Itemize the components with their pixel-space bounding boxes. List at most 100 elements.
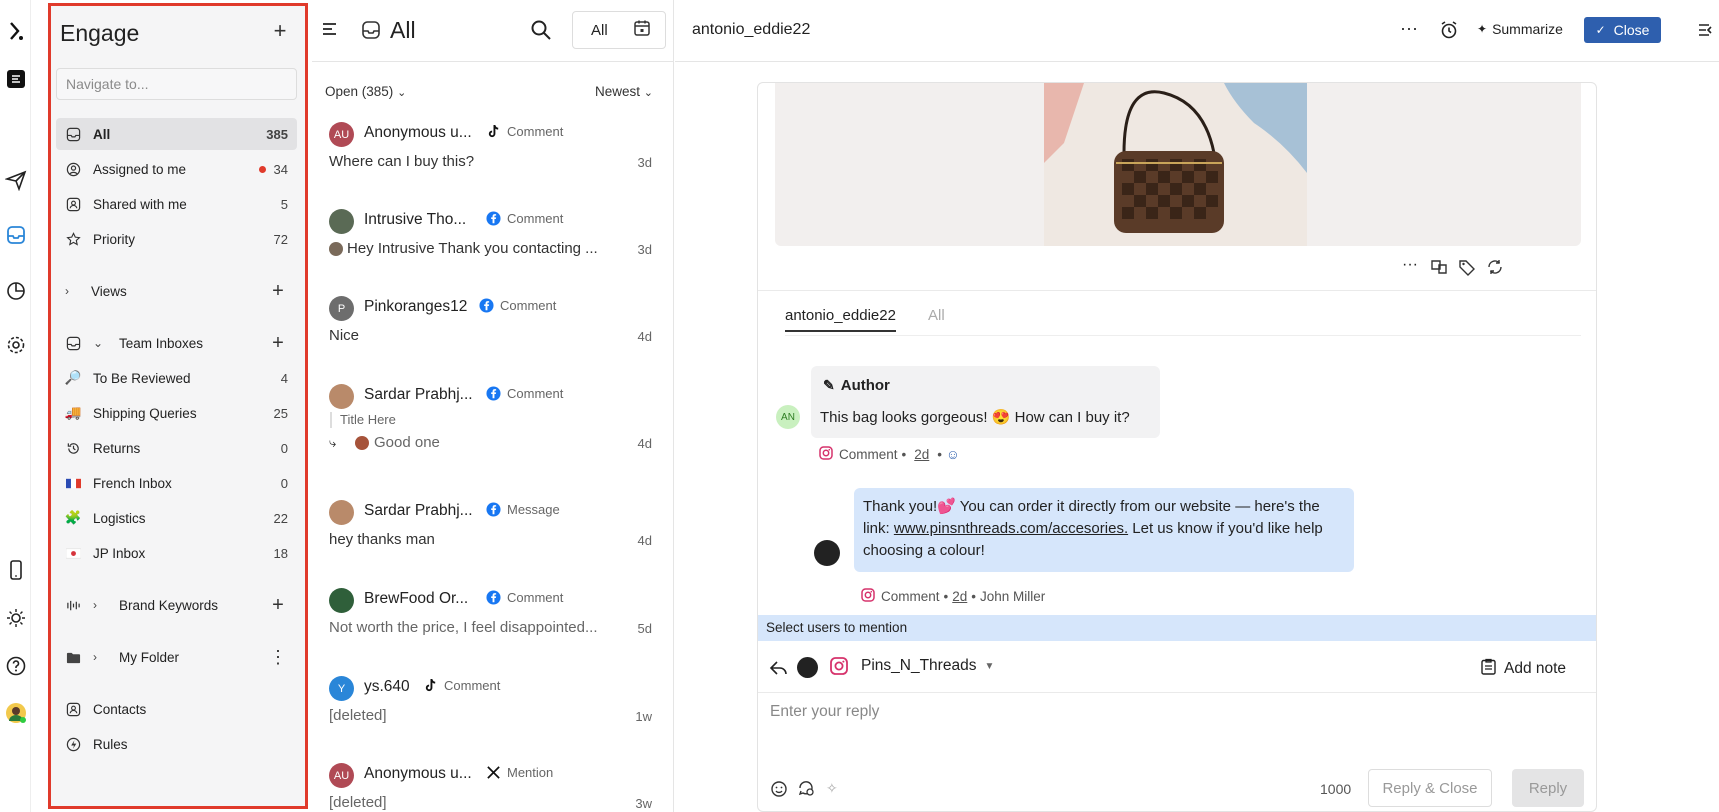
conversation-item[interactable]: AU Anonymous u... Mention [deleted] 3w: [312, 751, 674, 812]
conversation-item[interactable]: Sardar Prabhj... Message hey thanks man …: [312, 488, 674, 576]
source-label: Comment: [444, 678, 501, 693]
summarize-button[interactable]: ✦ Summarize: [1477, 21, 1563, 37]
conversation-item[interactable]: AU Anonymous u... Comment Where can I bu…: [312, 110, 674, 198]
team-inbox-returns[interactable]: Returns 0: [56, 432, 297, 464]
date-filter-label: All: [591, 21, 608, 39]
close-conversation-button[interactable]: ✓ Close: [1584, 17, 1661, 43]
add-note-button[interactable]: Add note: [1481, 658, 1566, 680]
nav-item-label: JP Inbox: [93, 545, 146, 561]
nav-item-count: 72: [273, 231, 288, 247]
brand-logo-icon[interactable]: [3, 18, 29, 44]
nav-item-count: 4: [280, 370, 288, 386]
sync-icon[interactable]: [1486, 258, 1504, 276]
date-filter-dropdown[interactable]: All: [572, 11, 666, 49]
user-avatar[interactable]: [3, 700, 29, 726]
conversation-time: 4d: [637, 533, 652, 548]
engage-app-icon[interactable]: [3, 66, 29, 92]
reply-link[interactable]: www.pinsnthreads.com/accesories.: [894, 520, 1128, 537]
conversation-item[interactable]: P Pinkoranges12 Comment Nice 4d: [312, 284, 674, 372]
conversation-detail: antonio_eddie22 ··· ✦ Summarize ✓ Close: [675, 0, 1719, 812]
add-view-button[interactable]: +: [268, 280, 288, 303]
mobile-icon[interactable]: [3, 557, 29, 583]
caret-down-icon: ▼: [984, 660, 995, 672]
meta-time[interactable]: 2d: [914, 447, 929, 462]
nav-section-team-inboxes[interactable]: ⌄ Team Inboxes +: [56, 327, 297, 359]
source-label: Comment: [507, 386, 564, 401]
conversation-name: Pinkoranges12: [364, 298, 468, 315]
tab-user[interactable]: antonio_eddie22: [785, 307, 896, 332]
team-inbox-logistics[interactable]: 🧩 Logistics 22: [56, 502, 297, 534]
conversation-name: Intrusive Tho...: [364, 211, 467, 228]
search-icon[interactable]: [530, 19, 552, 41]
send-icon[interactable]: [3, 167, 29, 193]
facebook-icon: [486, 502, 501, 517]
team-inbox-to-be-reviewed[interactable]: 🔎 To Be Reviewed 4: [56, 362, 297, 394]
nav-item-rules[interactable]: Rules: [56, 728, 297, 760]
analytics-icon[interactable]: [3, 278, 29, 304]
sort-dropdown[interactable]: Newest ⌄: [595, 84, 653, 99]
nav-item-all[interactable]: All 385: [56, 118, 297, 150]
avatar: P: [329, 296, 354, 321]
team-inbox-shipping-queries[interactable]: 🚚 Shipping Queries 25: [56, 397, 297, 429]
conversation-name: Sardar Prabhj...: [364, 502, 473, 519]
help-icon[interactable]: [3, 653, 29, 679]
nav-section-my-folder[interactable]: › My Folder ⋮: [56, 641, 297, 673]
navigate-search-input[interactable]: [56, 68, 297, 100]
waveform-icon: [65, 597, 81, 613]
nav-item-count: 25: [273, 405, 288, 421]
reply-input[interactable]: [770, 703, 1570, 721]
reply-and-close-button[interactable]: Reply & Close: [1368, 769, 1492, 807]
tag-icon[interactable]: [1458, 258, 1476, 276]
more-options-icon[interactable]: ···: [1402, 257, 1420, 276]
conversation-list: All All Open (385) ⌄ Newest ⌄ AU Anonymo…: [312, 0, 674, 812]
nav-item-count: 22: [273, 510, 288, 526]
add-reaction-icon[interactable]: ☺: [946, 447, 960, 462]
conversation-item[interactable]: Y ys.640 Comment [deleted] 1w: [312, 664, 674, 752]
tab-all[interactable]: All: [928, 307, 945, 324]
team-inbox-jp-inbox[interactable]: JP Inbox 18: [56, 537, 297, 569]
conversation-preview: Good one: [374, 434, 440, 451]
team-inbox-french-inbox[interactable]: French Inbox 0: [56, 467, 297, 499]
conversation-item[interactable]: Sardar Prabhj... Comment Title Here ⤷ Go…: [312, 372, 674, 460]
source-label: Mention: [507, 765, 554, 780]
account-selector[interactable]: Pins_N_Threads ▼: [861, 657, 994, 675]
settings-gear-icon[interactable]: [3, 332, 29, 358]
snooze-alarm-icon[interactable]: [1439, 20, 1459, 40]
menu-icon[interactable]: [322, 20, 338, 41]
add-button[interactable]: +: [269, 18, 291, 43]
check-icon: ✓: [1595, 23, 1606, 37]
nav-item-contacts[interactable]: Contacts: [56, 693, 297, 725]
nav-item-assigned-to-me[interactable]: Assigned to me 34: [56, 153, 297, 185]
nav-item-priority[interactable]: Priority 72: [56, 223, 297, 255]
saved-replies-icon[interactable]: [798, 780, 816, 798]
nav-section-brand-keywords[interactable]: › Brand Keywords +: [56, 589, 297, 621]
conversation-item[interactable]: BrewFood Or... Comment Not worth the pri…: [312, 576, 674, 664]
source-label: Message: [507, 502, 560, 517]
emoji-icon[interactable]: [770, 780, 788, 798]
add-team-inbox-button[interactable]: +: [268, 332, 288, 355]
nav-section-views[interactable]: › Views +: [56, 275, 297, 307]
post-image[interactable]: [1044, 83, 1307, 246]
more-options-icon[interactable]: ···: [1400, 18, 1418, 39]
add-brand-keyword-button[interactable]: +: [268, 594, 288, 617]
more-vertical-icon[interactable]: ⋮: [268, 647, 288, 668]
ai-sparkle-icon[interactable]: ✧: [826, 780, 844, 798]
avatar: [329, 384, 354, 409]
nav-item-shared-with-me[interactable]: Shared with me 5: [56, 188, 297, 220]
nav-section-label: Brand Keywords: [119, 597, 219, 613]
status-filter-dropdown[interactable]: Open (385) ⌄: [325, 84, 406, 99]
mention-suggestion-bar[interactable]: Select users to mention: [758, 615, 1596, 641]
star-icon: [65, 231, 81, 247]
translate-icon[interactable]: [1430, 258, 1448, 276]
nav-section-label: My Folder: [119, 649, 180, 665]
collapse-panel-icon[interactable]: [1697, 21, 1715, 39]
conversation-item[interactable]: Intrusive Tho... Comment Hey Intrusive T…: [312, 197, 674, 285]
inbox-icon[interactable]: [3, 222, 29, 248]
source-label: Comment: [500, 298, 557, 313]
reply-button[interactable]: Reply: [1512, 769, 1584, 807]
theme-sun-icon[interactable]: [3, 605, 29, 631]
meta-time[interactable]: 2d: [952, 589, 967, 604]
chevron-down-icon: ⌄: [643, 87, 653, 99]
reply-arrow-icon[interactable]: [769, 659, 789, 677]
avatar: [329, 209, 354, 234]
